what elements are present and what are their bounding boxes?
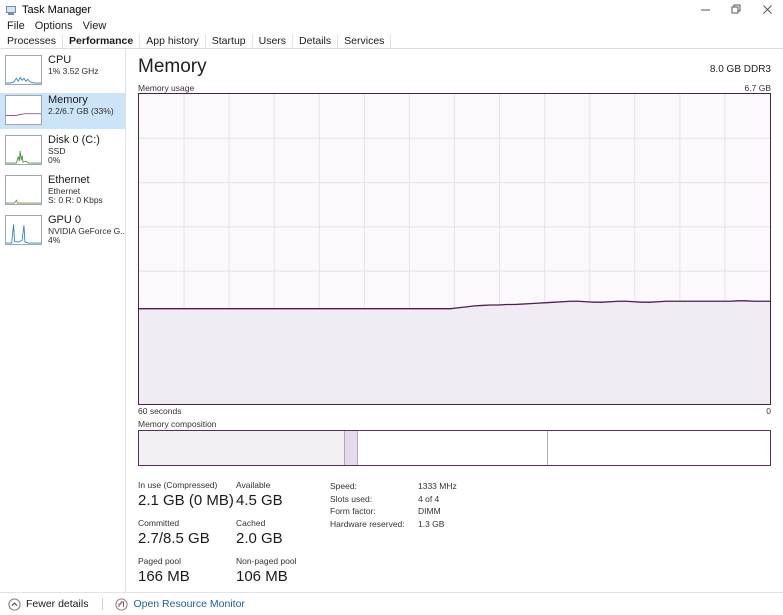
stat-value-available: 4.5 GB xyxy=(236,492,283,509)
tab-details[interactable]: Details xyxy=(293,34,339,48)
main-area: CPU 1% 3.52 GHz Memory 2.2/6.7 GB (33%) xyxy=(0,49,783,592)
stat-label-in-use: In use (Compressed) xyxy=(138,480,218,490)
stat-value-in-use: 2.1 GB (0 MB) xyxy=(138,492,234,509)
stat-group-pools: Paged pool Non-paged pool 166 MB 106 MB xyxy=(138,556,330,586)
spec-key-hardware-reserved: Hardware reserved: xyxy=(330,518,405,529)
chevron-up-circle-icon xyxy=(8,597,21,611)
title-bar: Task Manager xyxy=(0,0,783,19)
fewer-details-button[interactable]: Fewer details xyxy=(8,597,88,611)
spec-key-speed: Speed: xyxy=(330,481,357,491)
task-manager-icon xyxy=(5,4,17,16)
composition-title: Memory composition xyxy=(138,419,217,429)
spec-row-hardware-reserved: Hardware reserved: 1.3 GB xyxy=(330,518,457,531)
spec-value-slots-used: 4 of 4 xyxy=(418,493,440,504)
composition-segment-free[interactable] xyxy=(546,431,770,465)
stat-value-committed: 2.7/8.5 GB xyxy=(138,530,210,547)
tab-strip: Processes Performance App history Startu… xyxy=(0,33,783,49)
tab-services[interactable]: Services xyxy=(338,34,392,48)
spec-row-speed: Speed: 1333 MHz xyxy=(330,480,457,493)
status-bar: Fewer details Open Resource Monitor xyxy=(0,592,783,615)
stat-group-inuse: In use (Compressed) Available 2.1 GB (0 … xyxy=(138,480,330,510)
sidebar-item-cpu-sub1: 1% 3.52 GHz xyxy=(48,65,99,76)
sidebar-item-memory[interactable]: Memory 2.2/6.7 GB (33%) xyxy=(0,93,125,129)
graph-caption-row: Memory usage 6.7 GB xyxy=(138,83,771,93)
stat-label-committed: Committed xyxy=(138,518,180,528)
sidebar-item-memory-sub1: 2.2/6.7 GB (33%) xyxy=(48,105,114,116)
stat-label-cached: Cached xyxy=(236,518,266,528)
open-resource-monitor-link[interactable]: Open Resource Monitor xyxy=(115,597,245,611)
spec-value-speed: 1333 MHz xyxy=(418,481,457,491)
memory-usage-graph xyxy=(138,93,771,405)
stat-value-non-paged-pool: 106 MB xyxy=(236,568,288,585)
graph-axis-row: 60 seconds 0 xyxy=(138,406,771,416)
sidebar-item-disk-0[interactable]: Disk 0 (C:) SSD 0% xyxy=(0,133,125,169)
memory-stats: In use (Compressed) Available 2.1 GB (0 … xyxy=(138,480,771,594)
tab-startup[interactable]: Startup xyxy=(206,34,253,48)
memory-usage-plot xyxy=(139,94,770,404)
sidebar-item-gpu-0[interactable]: GPU 0 NVIDIA GeForce G... 4% xyxy=(0,213,125,249)
close-icon[interactable] xyxy=(752,0,783,19)
composition-segment-standby[interactable] xyxy=(357,431,547,465)
menu-bar: File Options View xyxy=(0,19,783,33)
tab-users[interactable]: Users xyxy=(253,34,294,48)
menu-item-options[interactable]: Options xyxy=(32,19,80,33)
ethernet-thumbnail-graph xyxy=(5,175,42,205)
performance-sidebar: CPU 1% 3.52 GHz Memory 2.2/6.7 GB (33%) xyxy=(0,49,126,592)
spec-key-slots-used: Slots used: xyxy=(330,493,373,504)
memory-hardware-specs: Speed: 1333 MHz Slots used: 4 of 4 Form … xyxy=(330,480,457,594)
resource-monitor-icon xyxy=(115,597,129,611)
sidebar-item-disk-0-sub2: 0% xyxy=(48,155,61,166)
composition-segment-in-use[interactable] xyxy=(139,431,345,465)
memory-thumbnail-graph xyxy=(5,95,42,125)
cpu-thumbnail-graph xyxy=(5,55,42,85)
sidebar-item-ethernet-sub2: S: 0 R: 0 Kbps xyxy=(48,195,103,206)
disk-thumbnail-graph xyxy=(5,135,42,165)
axis-label-left: 60 seconds xyxy=(138,406,182,416)
restore-icon[interactable] xyxy=(721,0,752,19)
memory-composition-bar[interactable] xyxy=(138,430,771,466)
spec-row-form-factor: Form factor: DIMM xyxy=(330,505,457,518)
stat-group-committed: Committed Cached 2.7/8.5 GB 2.0 GB xyxy=(138,518,330,548)
sidebar-item-cpu[interactable]: CPU 1% 3.52 GHz xyxy=(0,53,125,89)
sidebar-item-gpu-0-sub2: 4% xyxy=(48,235,61,246)
gpu-thumbnail-graph xyxy=(5,215,42,245)
tab-app-history[interactable]: App history xyxy=(140,34,206,48)
graph-max-label: 6.7 GB xyxy=(744,83,771,93)
graph-title: Memory usage xyxy=(138,83,195,93)
stat-value-cached: 2.0 GB xyxy=(236,530,283,547)
stat-label-available: Available xyxy=(236,480,271,490)
stat-value-paged-pool: 166 MB xyxy=(138,568,190,585)
spec-value-hardware-reserved: 1.3 GB xyxy=(418,518,445,529)
spec-value-form-factor: DIMM xyxy=(418,506,441,516)
page-title: Memory xyxy=(138,56,207,77)
composition-segment-modified[interactable] xyxy=(344,431,358,465)
stat-label-non-paged-pool: Non-paged pool xyxy=(236,556,297,566)
memory-stats-left: In use (Compressed) Available 2.1 GB (0 … xyxy=(138,480,330,594)
axis-label-right: 0 xyxy=(766,406,771,416)
spec-row-slots-used: Slots used: 4 of 4 xyxy=(330,493,457,506)
memory-total-spec: 8.0 GB DDR3 xyxy=(709,64,771,75)
stat-label-paged-pool: Paged pool xyxy=(138,556,182,566)
memory-detail-panel: Memory 8.0 GB DDR3 Memory usage 6.7 GB 6… xyxy=(126,49,783,592)
minimize-icon[interactable] xyxy=(690,0,721,19)
tab-performance[interactable]: Performance xyxy=(63,34,141,48)
window-controls xyxy=(690,0,783,19)
spec-key-form-factor: Form factor: xyxy=(330,506,376,516)
menu-item-view[interactable]: View xyxy=(80,19,114,33)
tab-processes[interactable]: Processes xyxy=(1,34,64,48)
window-title: Task Manager xyxy=(22,3,92,16)
menu-item-file[interactable]: File xyxy=(4,19,32,33)
memory-header: Memory 8.0 GB DDR3 xyxy=(138,55,771,79)
sidebar-item-ethernet[interactable]: Ethernet Ethernet S: 0 R: 0 Kbps xyxy=(0,173,125,209)
